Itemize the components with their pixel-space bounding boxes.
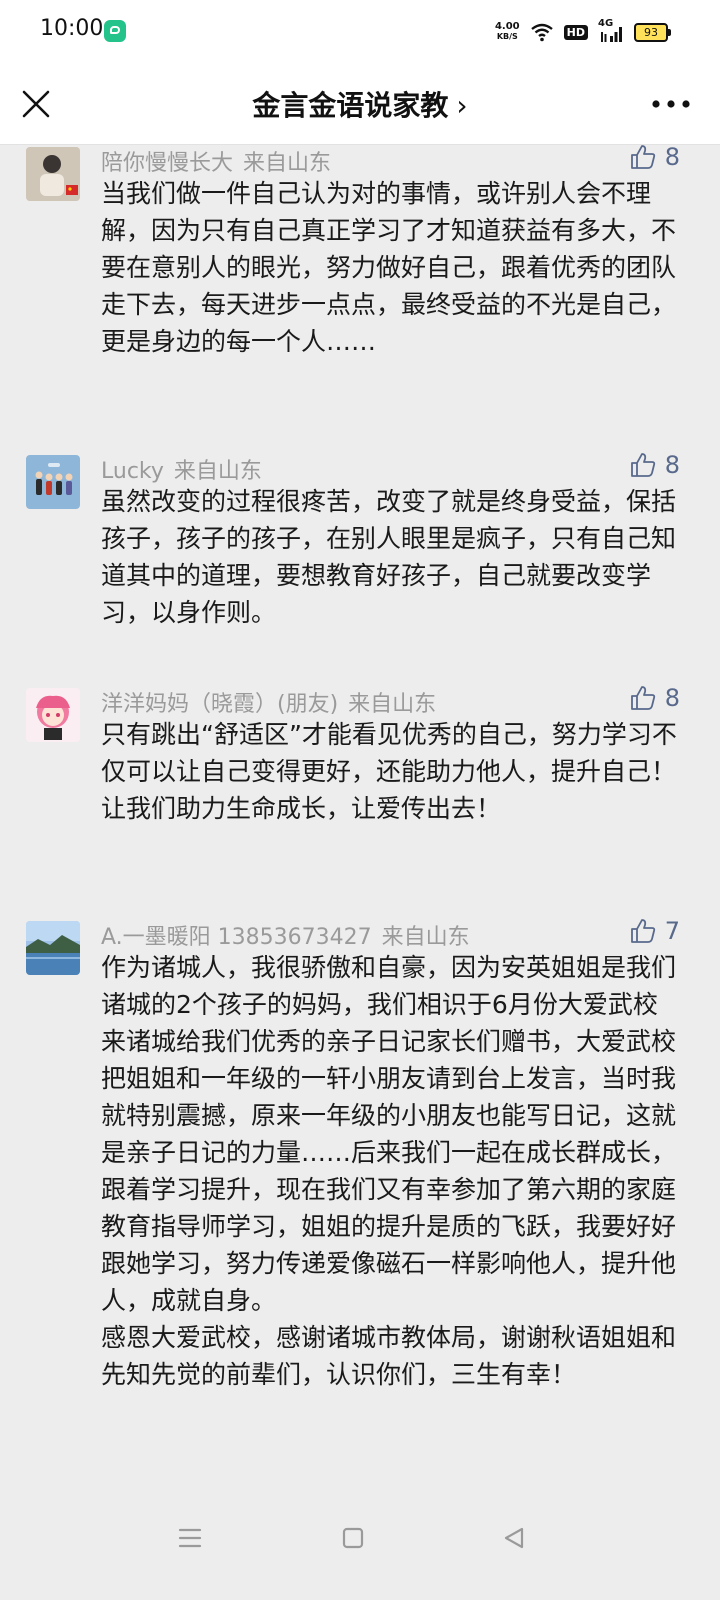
like-count: 8 <box>664 143 680 171</box>
status-indicators: 4.00 KB/S HD 4G 93 <box>495 18 671 46</box>
comment-username[interactable]: 洋洋妈妈（晓霞）(朋友) <box>101 692 338 717</box>
like-button[interactable]: 7 <box>629 917 680 945</box>
like-count: 8 <box>664 451 680 479</box>
avatar[interactable] <box>26 455 80 509</box>
network-speed: 4.00 KB/S <box>495 22 520 42</box>
page-title[interactable]: 金言金语说家教 › <box>0 84 720 124</box>
network-speed-unit: KB/S <box>496 32 518 41</box>
hd-badge: HD <box>563 24 588 40</box>
avatar[interactable] <box>26 921 80 975</box>
page-title-text: 金言金语说家教 <box>252 89 449 122</box>
comment-text: 作为诸城人，我很骄傲和自豪，因为安英姐姐是我们诸城的2个孩子的妈妈，我们相识于6… <box>101 953 677 1389</box>
avatar[interactable] <box>26 147 80 201</box>
comment-meta: Lucky 来自山东 <box>101 453 262 485</box>
nav-bar: 金言金语说家教 › <box>0 64 720 145</box>
menu-icon[interactable] <box>172 1520 208 1556</box>
comment-text: 当我们做一件自己认为对的事情，或许别人会不理解，因为只有自己真正学习了才知道获益… <box>101 179 677 356</box>
like-button[interactable]: 8 <box>629 451 680 479</box>
battery-icon: 93 <box>634 22 671 42</box>
back-icon[interactable] <box>496 1520 532 1556</box>
comment-meta: 陪你慢慢长大 来自山东 <box>101 145 331 177</box>
cell-signal-icon: 4G <box>598 18 624 44</box>
thumbs-up-icon <box>630 453 655 477</box>
home-icon[interactable] <box>335 1520 371 1556</box>
status-bar: 10:00 4.00 KB/S HD 4G 93 <box>0 0 720 64</box>
thumbs-up-icon <box>630 145 655 169</box>
like-count: 8 <box>664 684 680 712</box>
more-icon[interactable] <box>646 84 696 124</box>
comment-location: 来自山东 <box>173 459 262 484</box>
comment-location: 来自山东 <box>348 692 437 717</box>
comment-meta: A.一墨暖阳 13853673427 来自山东 <box>101 919 470 951</box>
comment-username[interactable]: Lucky <box>101 459 164 484</box>
system-nav-bar <box>0 1494 720 1600</box>
comment-text: 虽然改变的过程很疼苦，改变了就是终身受益，保括孩子，孩子的孩子，在别人眼里是疯子… <box>101 487 677 627</box>
comment-meta: 洋洋妈妈（晓霞）(朋友) 来自山东 <box>101 686 436 718</box>
comment-text: 只有跳出“舒适区”才能看见优秀的自己，努力学习不仅可以让自己变得更好，还能助力他… <box>101 720 677 823</box>
avatar[interactable] <box>26 688 80 742</box>
wifi-icon <box>530 23 553 42</box>
like-button[interactable]: 8 <box>629 684 680 712</box>
chevron-right-icon: › <box>456 89 468 122</box>
comment-username[interactable]: A.一墨暖阳 13853673427 <box>101 925 372 950</box>
comment-username[interactable]: 陪你慢慢长大 <box>101 151 233 176</box>
network-speed-value: 4.00 <box>494 21 520 32</box>
comment-location: 来自山东 <box>243 151 332 176</box>
like-count: 7 <box>664 917 680 945</box>
thumbs-up-icon <box>630 686 655 710</box>
message-app-icon <box>104 20 126 42</box>
status-time: 10:00 <box>40 16 104 41</box>
like-button[interactable]: 8 <box>629 143 680 171</box>
thumbs-up-icon <box>630 919 655 943</box>
comment-location: 来自山东 <box>381 925 470 950</box>
